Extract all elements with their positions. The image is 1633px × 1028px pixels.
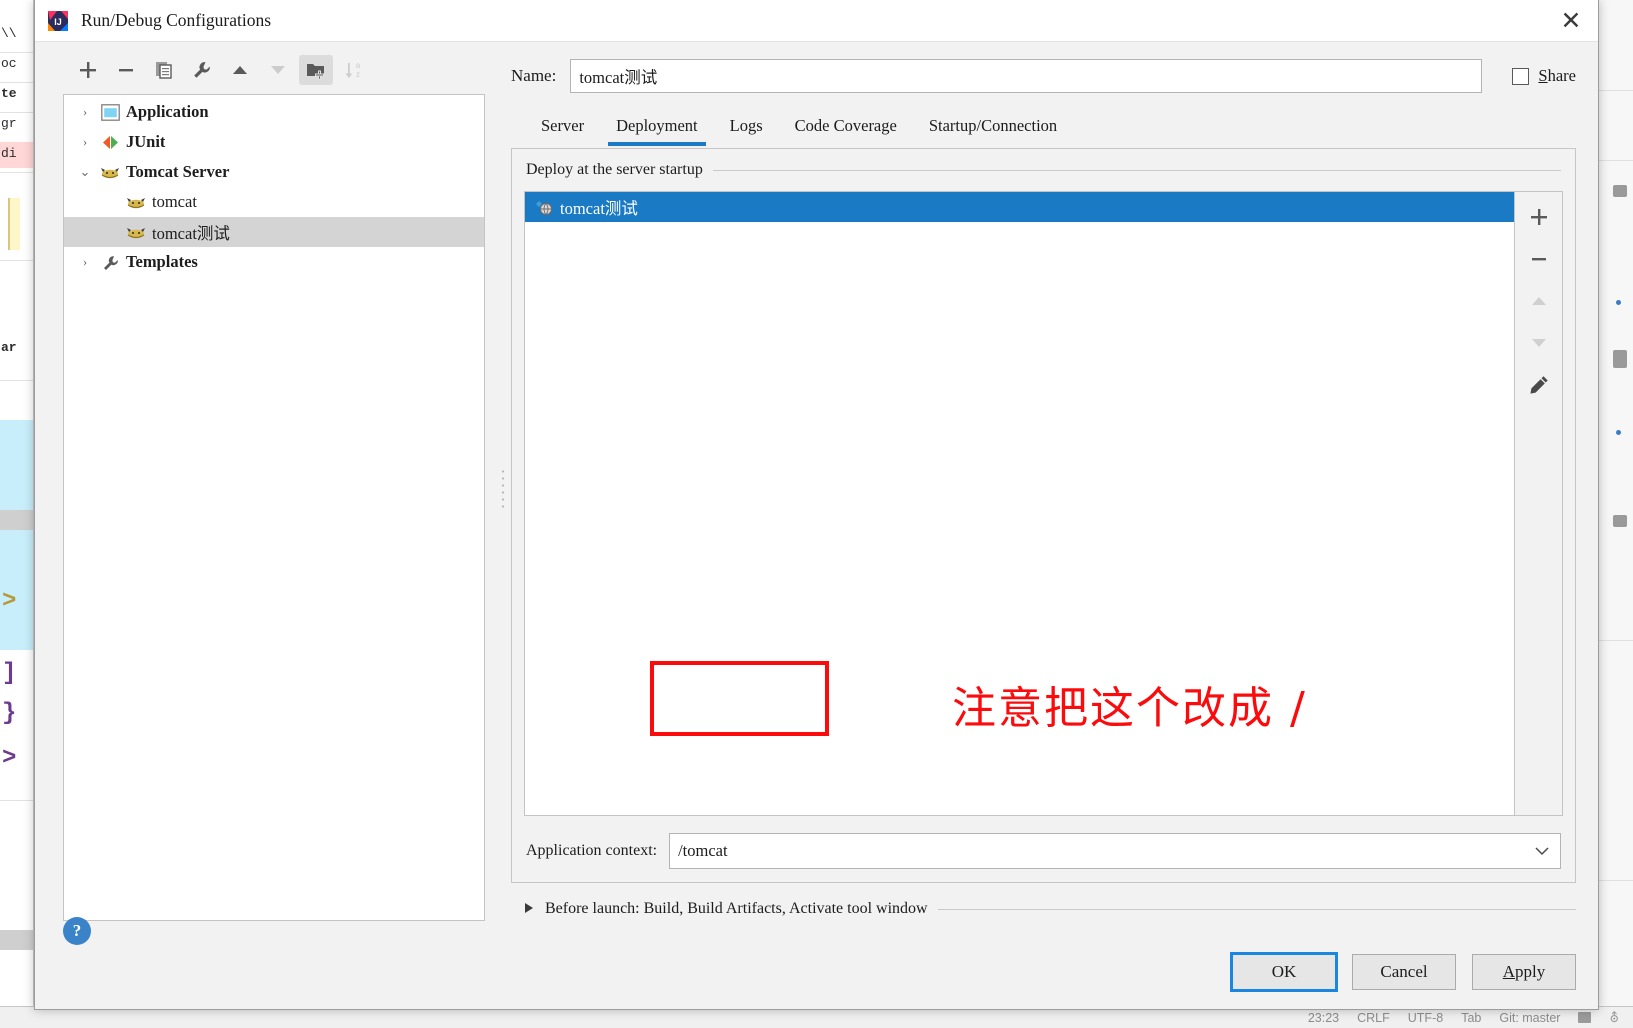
apply-mnemonic: A (1502, 962, 1516, 981)
status-encoding: UTF-8 (1407, 1010, 1444, 1025)
configurations-toolbar: a z (45, 50, 495, 90)
before-launch-label: Before launch: Build, Build Artifacts, A… (545, 900, 928, 917)
add-artifact-button[interactable] (1520, 198, 1558, 236)
pane-splitter[interactable] (495, 42, 511, 935)
remove-configuration-button[interactable] (109, 55, 143, 85)
run-debug-configurations-dialog: IJ Run/Debug Configurations ✕ a z › Appl… (34, 0, 1599, 1010)
sort-configurations-button[interactable]: a z (337, 55, 371, 85)
share-label: Share (1538, 66, 1576, 86)
share-label-rest: hare (1547, 66, 1576, 85)
svg-text:IJ: IJ (54, 17, 62, 27)
status-caret-position: 23:23 (1307, 1010, 1340, 1025)
artifact-side-toolbar (1515, 191, 1563, 816)
share-checkbox[interactable]: Share (1512, 66, 1576, 86)
tree-item-label: tomcat (152, 192, 197, 211)
name-row: Name: Share (511, 42, 1576, 102)
deployment-artifact-row[interactable]: tomcat测试 (525, 192, 1514, 222)
background-editor-left-strip: \\ oc te gr di ar > ] } > (0, 0, 34, 1028)
application-context-input[interactable] (670, 841, 1524, 861)
status-line-separator: CRLF (1357, 1010, 1390, 1025)
name-label: Name: (511, 66, 557, 85)
name-input[interactable] (570, 59, 1483, 93)
tab-startup-connection[interactable]: Startup/Connection (913, 106, 1073, 146)
chevron-right-icon[interactable]: › (72, 104, 98, 120)
cancel-button[interactable]: Cancel (1352, 954, 1456, 990)
configurations-left-pane: a z › Application › JUnit ⌄ Tomcat Serve… (35, 42, 495, 935)
chevron-down-icon[interactable]: ⌄ (72, 164, 98, 180)
chevron-right-icon[interactable]: › (72, 134, 98, 150)
tomcat-icon (124, 224, 148, 241)
move-up-button[interactable] (223, 55, 257, 85)
chevron-down-icon[interactable] (1524, 846, 1560, 856)
status-indent: Tab (1461, 1010, 1482, 1025)
deploy-area: tomcat测试 (524, 191, 1563, 820)
deploy-group-header: Deploy at the server startup (524, 149, 1563, 191)
move-artifact-up-button[interactable] (1520, 282, 1558, 320)
deploy-group-title: Deploy at the server startup (526, 161, 703, 178)
tab-server[interactable]: Server (525, 106, 600, 146)
application-context-row: Application context: (524, 820, 1563, 882)
application-context-combo[interactable] (669, 833, 1561, 869)
configurations-tree[interactable]: › Application › JUnit ⌄ Tomcat Server to… (63, 94, 485, 921)
tomcat-icon (98, 164, 122, 181)
before-launch-divider (937, 908, 1576, 910)
application-context-label: Application context: (526, 842, 658, 859)
status-bug-icon: ⛢ (1609, 1009, 1619, 1025)
dialog-button-bar: OK Cancel Apply (35, 935, 1598, 1009)
close-icon[interactable]: ✕ (1544, 0, 1598, 42)
remove-artifact-button[interactable] (1520, 240, 1558, 278)
copy-configuration-button[interactable] (147, 55, 181, 85)
share-label-mnemonic: S (1538, 66, 1548, 85)
configuration-tabs: Server Deployment Logs Code Coverage Sta… (511, 102, 1576, 146)
dialog-title: Run/Debug Configurations (81, 10, 272, 30)
tree-item-label: Tomcat Server (126, 162, 230, 181)
deployment-panel: Deploy at the server startup tomcat测试 Ap… (511, 148, 1576, 883)
tab-logs[interactable]: Logs (714, 106, 779, 146)
expand-before-launch-icon[interactable] (523, 901, 535, 918)
tree-item-label: JUnit (126, 132, 166, 151)
status-memory-icon (1578, 1012, 1592, 1023)
tree-item-label: Templates (126, 252, 198, 271)
apply-rest: pply (1515, 962, 1546, 981)
tree-item-application[interactable]: › Application (64, 97, 484, 127)
dialog-title-bar: IJ Run/Debug Configurations ✕ (35, 0, 1598, 42)
share-checkbox-box[interactable] (1512, 67, 1530, 85)
move-artifact-down-button[interactable] (1520, 324, 1558, 362)
add-configuration-button[interactable] (71, 55, 105, 85)
templates-icon (98, 254, 122, 271)
edit-templates-button[interactable] (185, 55, 219, 85)
artifact-icon (533, 199, 555, 216)
chevron-right-icon[interactable]: › (72, 254, 98, 270)
junit-icon (98, 134, 122, 151)
configuration-editor-pane: Name: Share Server Deployment Logs Code … (511, 42, 1598, 935)
move-down-button[interactable] (261, 55, 295, 85)
help-button[interactable]: ? (63, 917, 91, 945)
tree-item-tomcat-server[interactable]: ⌄ Tomcat Server (64, 157, 484, 187)
tomcat-icon (124, 194, 148, 211)
application-icon (98, 103, 122, 121)
svg-text:a: a (356, 61, 361, 70)
group-divider (712, 169, 1561, 171)
artifact-label: tomcat测试 (560, 199, 638, 218)
tree-item-label: Application (126, 102, 209, 121)
tree-item-templates[interactable]: › Templates (64, 247, 484, 277)
tree-item-junit[interactable]: › JUnit (64, 127, 484, 157)
tree-item-tomcat-ceshi[interactable]: tomcat测试 (64, 217, 484, 247)
tab-deployment[interactable]: Deployment (600, 106, 714, 146)
apply-button[interactable]: Apply (1472, 954, 1576, 990)
svg-text:z: z (356, 70, 360, 79)
dialog-body: a z › Application › JUnit ⌄ Tomcat Serve… (35, 42, 1598, 935)
splitter-grip-icon (501, 467, 505, 510)
status-git-branch: Git: master (1499, 1010, 1561, 1025)
create-folder-button[interactable] (299, 55, 333, 85)
before-launch-section[interactable]: Before launch: Build, Build Artifacts, A… (511, 883, 1576, 935)
intellij-idea-icon: IJ (47, 10, 69, 32)
deployment-artifact-list[interactable]: tomcat测试 (524, 191, 1515, 816)
tree-item-label: tomcat测试 (152, 224, 230, 243)
ok-button[interactable]: OK (1230, 952, 1338, 992)
tree-item-tomcat[interactable]: tomcat (64, 187, 484, 217)
tab-code-coverage[interactable]: Code Coverage (779, 106, 913, 146)
edit-artifact-button[interactable] (1520, 366, 1558, 404)
